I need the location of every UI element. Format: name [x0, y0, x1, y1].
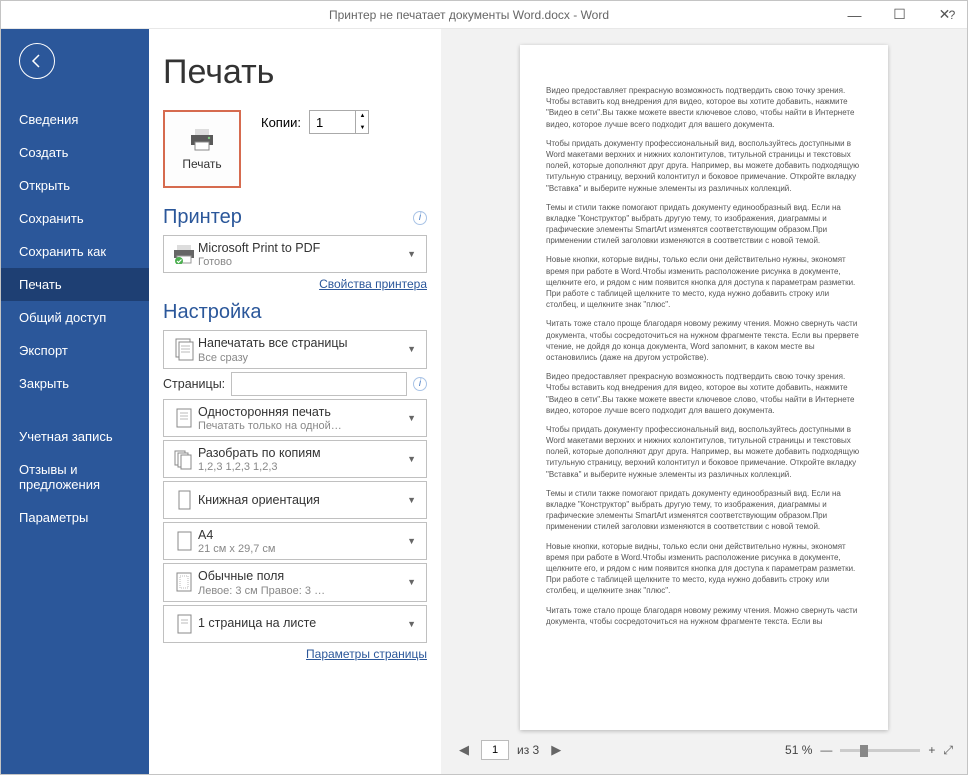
pages-per-sheet-dropdown[interactable]: 1 страница на листе ▼ — [163, 605, 427, 643]
printer-section-header: Принтер — [163, 206, 242, 229]
chevron-down-icon: ▼ — [403, 249, 420, 259]
chevron-down-icon: ▼ — [403, 619, 420, 629]
print-button-label: Печать — [182, 157, 221, 171]
sidebar-item[interactable]: Открыть — [1, 169, 149, 202]
margins-dropdown[interactable]: Обычные поляЛевое: 3 см Правое: 3 … ▼ — [163, 563, 427, 601]
portrait-icon — [170, 488, 198, 512]
backstage-sidebar: СведенияСоздатьОткрытьСохранитьСохранить… — [1, 29, 149, 774]
sidebar-item[interactable]: Сохранить как — [1, 235, 149, 268]
margins-icon — [170, 570, 198, 594]
sidebar-item[interactable]: Отзывы и предложения — [1, 453, 149, 501]
printer-dropdown[interactable]: Microsoft Print to PDF Готово ▼ — [163, 235, 427, 273]
preview-paragraph: Читать тоже стало проще благодаря новому… — [546, 318, 862, 363]
back-button[interactable] — [19, 43, 55, 79]
window-title: Принтер не печатает документы Word.docx … — [1, 8, 937, 22]
page-setup-link[interactable]: Параметры страницы — [163, 647, 427, 661]
sidebar-item[interactable]: Сведения — [1, 103, 149, 136]
page-size-icon — [170, 529, 198, 553]
preview-paragraph: Видео предоставляет прекрасную возможнос… — [546, 371, 862, 416]
zoom-to-page-button[interactable]: ⤢ — [943, 743, 953, 758]
prev-page-button[interactable]: ◀ — [455, 742, 473, 758]
preview-paragraph: Новые кнопки, которые видны, только если… — [546, 541, 862, 597]
copies-down[interactable]: ▼ — [356, 122, 369, 134]
printer-properties-link[interactable]: Свойства принтера — [163, 277, 427, 291]
minimize-button[interactable]: — — [832, 2, 877, 28]
chevron-down-icon: ▼ — [403, 495, 420, 505]
chevron-down-icon: ▼ — [403, 344, 420, 354]
copies-label: Копии: — [261, 115, 301, 130]
next-page-button[interactable]: ▶ — [547, 742, 565, 758]
print-scope-dropdown[interactable]: Напечатать все страницыВсе сразу ▼ — [163, 330, 427, 368]
preview-paragraph: Чтобы придать документу профессиональный… — [546, 138, 862, 194]
info-icon[interactable]: i — [413, 211, 427, 225]
orientation-dropdown[interactable]: Книжная ориентация ▼ — [163, 481, 427, 519]
page-title: Печать — [163, 53, 427, 92]
preview-paragraph: Видео предоставляет прекрасную возможнос… — [546, 85, 862, 130]
collate-icon — [170, 447, 198, 471]
sidebar-item[interactable]: Учетная запись — [1, 420, 149, 453]
info-icon[interactable]: i — [413, 377, 427, 391]
preview-paragraph: Чтобы придать документу профессиональный… — [546, 424, 862, 480]
one-sided-icon — [170, 406, 198, 430]
sidebar-item[interactable]: Экспорт — [1, 334, 149, 367]
zoom-in-button[interactable]: + — [928, 743, 935, 757]
preview-scroll-area[interactable]: Видео предоставляет прекрасную возможнос… — [451, 39, 957, 736]
settings-section-header: Настройка — [163, 301, 261, 324]
zoom-slider[interactable] — [840, 749, 920, 752]
print-button[interactable]: Печать — [163, 110, 241, 188]
preview-paragraph: Читать тоже стало проще благодаря новому… — [546, 605, 862, 627]
preview-statusbar: ◀ из 3 ▶ 51 % — + ⤢ — [451, 736, 957, 764]
close-button[interactable]: ✕ — [922, 2, 967, 28]
sidebar-item[interactable]: Печать — [1, 268, 149, 301]
printer-name: Microsoft Print to PDF — [198, 240, 403, 256]
one-page-icon — [170, 612, 198, 636]
printer-status-icon — [170, 244, 198, 264]
preview-paragraph: Новые кнопки, которые видны, только если… — [546, 254, 862, 310]
page-number-input[interactable] — [481, 740, 509, 760]
zoom-percent-label: 51 % — [785, 743, 812, 757]
chevron-down-icon: ▼ — [403, 536, 420, 546]
sidebar-item[interactable]: Общий доступ — [1, 301, 149, 334]
collate-dropdown[interactable]: Разобрать по копиям1,2,3 1,2,3 1,2,3 ▼ — [163, 440, 427, 478]
page-total-label: из 3 — [517, 743, 539, 757]
pages-label: Страницы: — [163, 377, 225, 391]
maximize-button[interactable]: ☐ — [877, 2, 922, 28]
pages-all-icon — [170, 337, 198, 361]
print-preview-pane: Видео предоставляет прекрасную возможнос… — [441, 29, 967, 774]
printer-status: Готово — [198, 256, 403, 268]
zoom-out-button[interactable]: — — [820, 743, 832, 757]
paper-size-dropdown[interactable]: A421 см x 29,7 см ▼ — [163, 522, 427, 560]
chevron-down-icon: ▼ — [403, 413, 420, 423]
print-settings-pane: Печать Печать Копии: ▲▼ — [149, 29, 441, 774]
preview-paragraph: Темы и стили также помогают придать доку… — [546, 488, 862, 533]
sidebar-item[interactable]: Сохранить — [1, 202, 149, 235]
printer-icon — [187, 127, 217, 151]
sidebar-item[interactable]: Параметры — [1, 501, 149, 534]
preview-page: Видео предоставляет прекрасную возможнос… — [520, 45, 888, 730]
chevron-down-icon: ▼ — [403, 454, 420, 464]
pages-input[interactable] — [231, 372, 407, 396]
preview-paragraph: Темы и стили также помогают придать доку… — [546, 202, 862, 247]
titlebar: Принтер не печатает документы Word.docx … — [1, 1, 967, 29]
sidebar-item[interactable]: Закрыть — [1, 367, 149, 400]
copies-up[interactable]: ▲ — [356, 110, 369, 122]
sides-dropdown[interactable]: Односторонняя печатьПечатать только на о… — [163, 399, 427, 437]
sidebar-item[interactable]: Создать — [1, 136, 149, 169]
chevron-down-icon: ▼ — [403, 577, 420, 587]
arrow-left-icon — [28, 52, 46, 70]
